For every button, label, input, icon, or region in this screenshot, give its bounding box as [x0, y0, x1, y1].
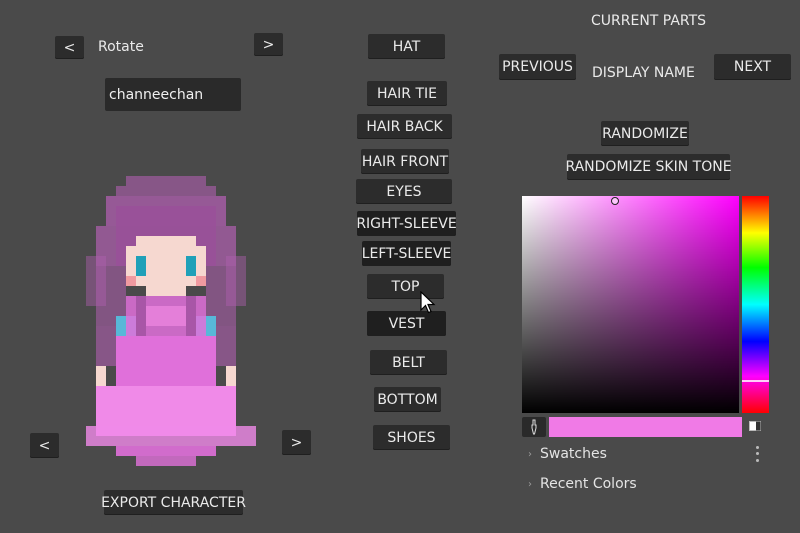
character-name-input[interactable] — [105, 78, 241, 111]
hair-front — [136, 226, 196, 236]
recent-colors-section[interactable]: › Recent Colors — [528, 476, 637, 492]
recent-colors-label: Recent Colors — [540, 476, 637, 492]
character-next-button[interactable]: > — [282, 430, 311, 455]
previous-button[interactable]: PREVIOUS — [499, 54, 576, 80]
part-belt-button[interactable]: BELT — [370, 350, 447, 375]
randomize-button[interactable]: RANDOMIZE — [601, 121, 689, 146]
part-hair-tie-button[interactable]: HAIR TIE — [367, 81, 447, 106]
mouse-cursor-icon — [420, 291, 436, 314]
hair-back — [116, 186, 216, 196]
bottom — [136, 456, 196, 466]
current-color-swatch[interactable] — [549, 417, 742, 437]
rotate-prev-button[interactable]: < — [55, 36, 84, 59]
part-shoes-button[interactable]: SHOES — [373, 425, 450, 450]
hand — [96, 366, 106, 386]
swatches-label: Swatches — [540, 446, 607, 462]
hair-front — [116, 206, 216, 226]
sleeve — [216, 326, 236, 366]
part-hat-button[interactable]: HAT — [368, 34, 445, 59]
color-saturation-value-area[interactable] — [522, 196, 739, 413]
right-eye — [186, 256, 196, 276]
color-mode-icon[interactable] — [748, 420, 762, 432]
part-hair-back-button[interactable]: HAIR BACK — [357, 114, 452, 139]
sleeve — [96, 326, 116, 366]
chevron-right-icon: › — [528, 478, 532, 490]
display-name-label: DISPLAY NAME — [592, 65, 695, 81]
randomize-skin-tone-button[interactable]: RANDOMIZE SKIN TONE — [565, 154, 732, 180]
blush — [126, 276, 136, 286]
hue-slider-marker[interactable] — [742, 380, 769, 382]
next-button[interactable]: NEXT — [714, 54, 791, 80]
current-parts-title: CURRENT PARTS — [591, 13, 707, 29]
blush — [196, 276, 206, 286]
swatches-section[interactable]: › Swatches — [528, 446, 607, 462]
part-eyes-button[interactable]: EYES — [356, 179, 452, 204]
character-sprite — [86, 176, 256, 466]
more-options-icon[interactable] — [752, 444, 762, 464]
part-left-sleeve-button[interactable]: LEFT-SLEEVE — [362, 241, 451, 266]
chevron-right-icon: › — [528, 448, 532, 460]
rotate-next-button[interactable]: > — [254, 33, 283, 56]
color-picker-cursor[interactable] — [611, 197, 619, 205]
part-right-sleeve-button[interactable]: RIGHT-SLEEVE — [356, 211, 457, 236]
character-prev-button[interactable]: < — [30, 433, 59, 458]
bottom — [86, 426, 256, 446]
rotate-label: Rotate — [98, 39, 144, 55]
hair-back — [226, 256, 246, 306]
part-bottom-button[interactable]: BOTTOM — [374, 387, 441, 412]
eyedropper-icon[interactable] — [522, 417, 546, 437]
bottom — [116, 336, 216, 386]
hand — [226, 366, 236, 386]
hair-back — [86, 256, 106, 306]
left-eye — [136, 256, 146, 276]
export-character-button[interactable]: EXPORT CHARACTER — [101, 490, 246, 515]
neck — [146, 286, 186, 296]
hair-back — [126, 176, 206, 186]
bottom — [116, 446, 216, 456]
part-hair-front-button[interactable]: HAIR FRONT — [361, 149, 449, 174]
